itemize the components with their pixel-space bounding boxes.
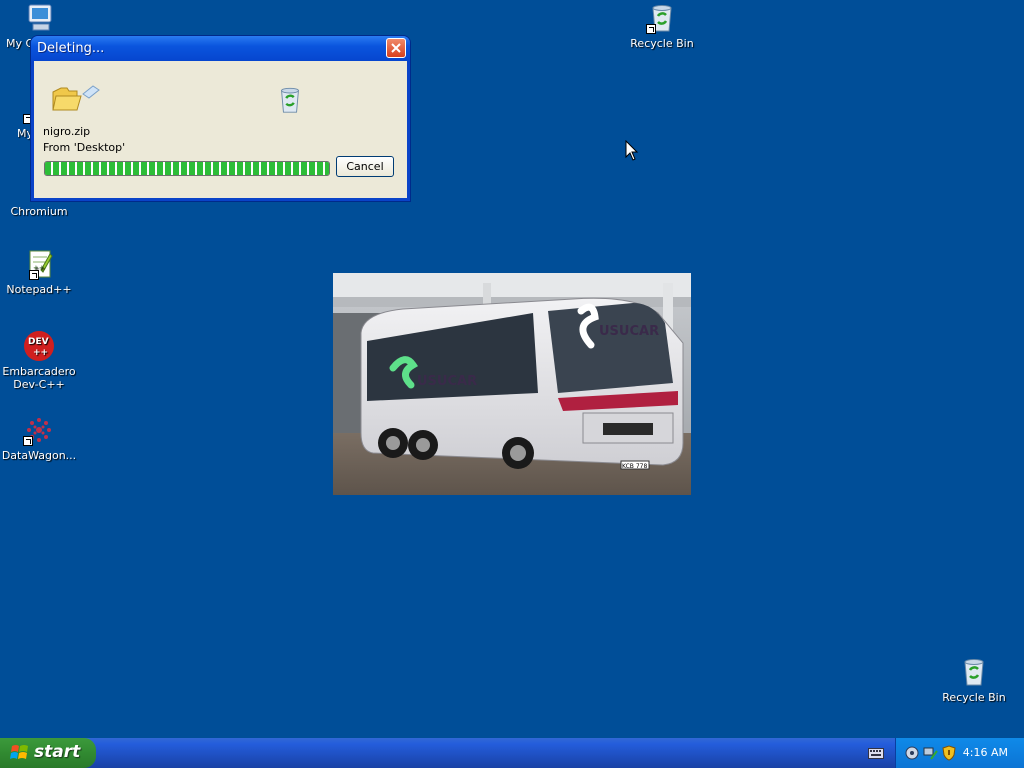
cancel-button[interactable]: Cancel <box>336 156 394 177</box>
desktop-icon-label-line2: Dev-C++ <box>13 378 65 391</box>
file-name: nigro.zip <box>43 125 91 138</box>
start-label: start <box>34 742 81 762</box>
desktop-icon-devcpp[interactable]: DEV ++ Embarcadero Dev-C++ <box>0 330 78 391</box>
deleting-dialog: Deleting... nigro.zip From 'Desktop' Can… <box>31 36 410 201</box>
desktop-icon-label: Notepad++ <box>6 283 72 296</box>
desktop-icon-label: Recycle Bin <box>630 37 694 50</box>
security-shield-icon[interactable] <box>942 745 956 764</box>
mouse-cursor <box>625 139 639 165</box>
dialog-body: nigro.zip From 'Desktop' Cancel <box>34 61 407 198</box>
clock[interactable]: 4:16 AM <box>963 746 1008 759</box>
svg-text:++: ++ <box>33 348 48 358</box>
my-computer-icon <box>23 2 55 34</box>
bus-side-sign: USUCAR <box>417 374 477 389</box>
keyboard-icon[interactable] <box>868 748 884 762</box>
recycle-bin-icon <box>275 84 305 119</box>
license-plate: KCB 778 <box>622 463 647 470</box>
desktop-icon-recycle-bin-top[interactable]: Recycle Bin <box>623 2 701 50</box>
desktop-icon-notepadpp[interactable]: ++ Notepad++ <box>0 248 78 296</box>
folder-icon <box>51 84 101 117</box>
notepadpp-icon: ++ <box>23 248 55 280</box>
desktop-icon-recycle-bin[interactable]: Recycle Bin <box>935 656 1013 704</box>
shortcut-arrow-icon <box>23 436 33 446</box>
datawagon-icon <box>23 414 55 446</box>
source-location: From 'Desktop' <box>43 141 126 154</box>
recycle-bin-icon <box>958 656 990 688</box>
progress-bar <box>44 161 330 176</box>
network-icon[interactable] <box>923 745 939 764</box>
desktop-icon-label: Embarcadero <box>2 365 76 378</box>
dialog-titlebar[interactable]: Deleting... <box>31 36 410 61</box>
progress-fill <box>45 162 329 175</box>
shortcut-arrow-icon <box>646 24 656 34</box>
desktop-icon-label: Chromium <box>10 205 68 218</box>
recycle-bin-icon <box>646 2 678 34</box>
desktop-icon-label: Recycle Bin <box>942 691 1006 704</box>
volume-icon[interactable] <box>904 745 920 764</box>
taskbar: start 4:16 AM <box>0 738 1024 768</box>
dialog-title: Deleting... <box>37 41 105 56</box>
close-icon <box>391 43 401 53</box>
start-button[interactable]: start <box>0 738 96 768</box>
close-button[interactable] <box>386 38 406 58</box>
svg-text:DEV: DEV <box>28 337 49 347</box>
bus-front-sign: USUCAR <box>599 324 659 339</box>
desktop-icon-datawagon[interactable]: DataWagon... <box>0 414 78 462</box>
bus-photo: USUCAR USUCAR KCB 778 <box>333 273 691 495</box>
windows-logo-icon <box>10 745 28 759</box>
desktop-icon-label: DataWagon... <box>1 449 77 462</box>
shortcut-arrow-icon <box>29 270 39 280</box>
system-tray: 4:16 AM <box>895 738 1024 768</box>
devcpp-icon: DEV ++ <box>23 330 55 362</box>
